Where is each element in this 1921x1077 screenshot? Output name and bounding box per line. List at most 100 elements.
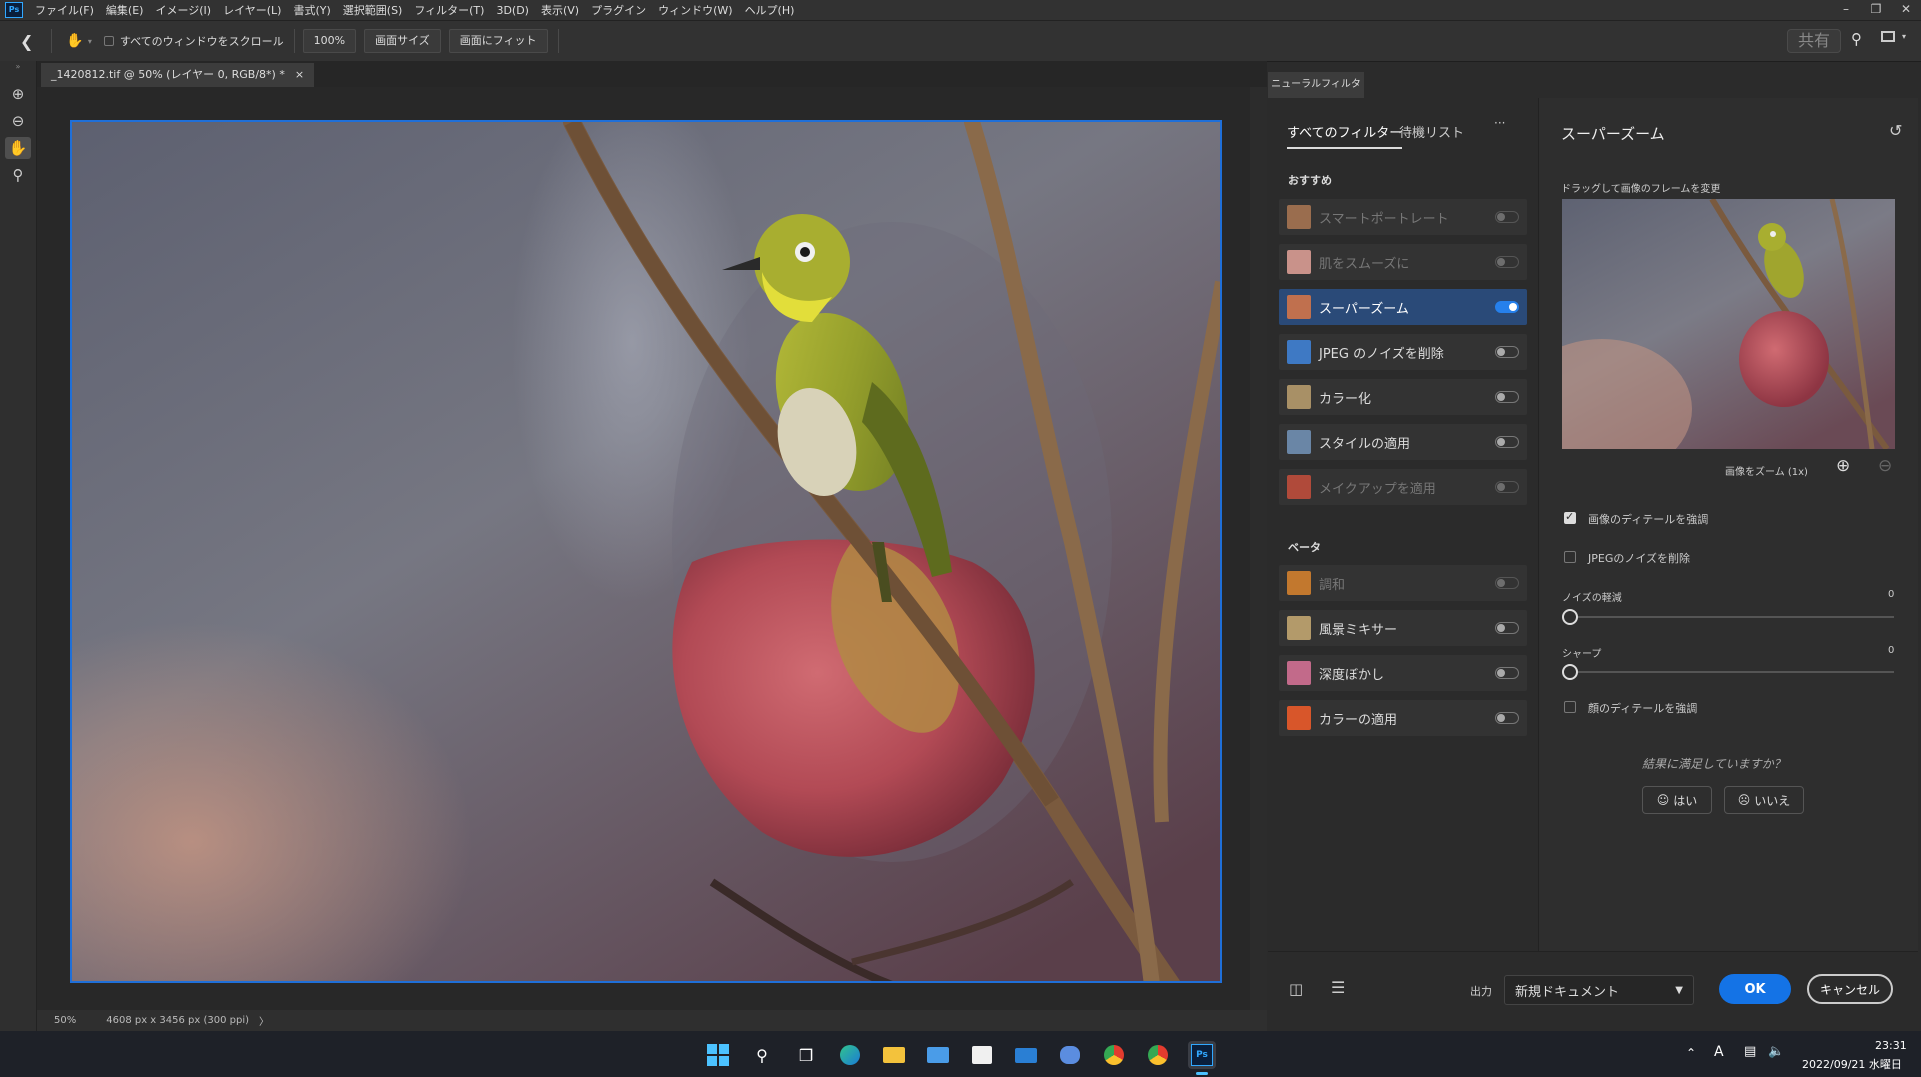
sharpen-slider[interactable] [1562,664,1578,680]
mail-icon[interactable] [1012,1041,1040,1069]
photoshop-taskbar-icon[interactable]: Ps [1188,1041,1216,1069]
menu-3d[interactable]: 3D(D) [490,4,535,17]
info-arrow-icon[interactable]: 〉 [259,1013,269,1028]
feedback-no-button[interactable]: ☹ いいえ [1724,786,1804,814]
chrome-profile-icon[interactable] [1144,1041,1172,1069]
filter-smart-portrait[interactable]: スマートポートレート [1279,199,1527,235]
filter-landscape-mixer[interactable]: 風景ミキサー [1279,610,1527,646]
filter-toggle[interactable] [1495,436,1519,448]
filter-makeup-transfer[interactable]: メイクアップを適用 [1279,469,1527,505]
more-options-icon[interactable]: ··· [1494,116,1505,130]
filter-harmonization[interactable]: 調和 [1279,565,1527,601]
preview-thumbnail[interactable] [1562,199,1895,449]
zoom-100-button[interactable]: 100% [302,29,357,53]
menu-filter[interactable]: フィルター(T) [408,2,490,18]
filter-colorize[interactable]: カラー化 [1279,379,1527,415]
zoom-out-icon[interactable]: ⊖ [5,110,31,132]
tray-chevron-icon[interactable]: ⌃ [1686,1046,1696,1060]
noise-reduction-slider[interactable] [1562,609,1578,625]
close-tab-icon[interactable]: × [295,63,304,87]
filter-super-zoom[interactable]: スーパーズーム [1279,289,1527,325]
menu-view[interactable]: 表示(V) [535,2,585,18]
restore-icon[interactable]: ❐ [1861,0,1891,20]
document-image[interactable] [70,120,1222,983]
back-arrow-icon[interactable]: ❮ [20,32,33,51]
cancel-button[interactable]: キャンセル [1807,974,1893,1004]
output-select[interactable]: 新規ドキュメント ▼ [1504,975,1694,1005]
volume-icon[interactable]: 🔈 [1768,1044,1784,1059]
filter-toggle[interactable] [1495,622,1519,634]
tab-wait-list[interactable]: 待機リスト [1399,122,1464,141]
filter-skin-smoothing[interactable]: 肌をスムーズに [1279,244,1527,280]
sharpen-track[interactable] [1568,671,1894,673]
chat-icon[interactable] [1056,1041,1084,1069]
magnifier-icon[interactable]: ⚲ [5,164,31,186]
clock-time[interactable]: 23:31 [1875,1039,1907,1052]
reset-icon[interactable]: ↺ [1889,121,1902,140]
search-icon[interactable]: ⚲ [748,1041,776,1069]
filter-toggle[interactable] [1495,256,1519,268]
menu-help[interactable]: ヘルプ(H) [739,2,801,18]
vertical-scrollbar[interactable] [1250,87,1267,1010]
minimize-icon[interactable]: – [1831,0,1861,20]
face-detail-checkbox[interactable] [1564,701,1576,713]
filter-toggle[interactable] [1495,391,1519,403]
filter-toggle[interactable] [1495,577,1519,589]
hand-tool-icon[interactable]: ✋ [66,33,83,49]
task-view-icon[interactable]: ❒ [792,1041,820,1069]
share-button[interactable]: 共有 [1787,29,1842,53]
filter-style-transfer[interactable]: スタイルの適用 [1279,424,1527,460]
photoshop-logo-icon[interactable]: Ps [5,2,23,18]
windows-start-icon[interactable] [704,1041,732,1069]
menu-type[interactable]: 書式(Y) [287,2,336,18]
menu-layer[interactable]: レイヤー(L) [217,2,287,18]
file-explorer-icon[interactable] [880,1041,908,1069]
collapse-icon[interactable]: » [0,62,36,71]
feedback-yes-button[interactable]: ☺ はい [1642,786,1712,814]
zoom-in-icon[interactable]: ⊕ [5,83,31,105]
chevron-down-icon[interactable]: ▾ [88,37,92,46]
document-info[interactable]: 4608 px x 3456 px (300 ppi) [106,1015,249,1026]
remove-jpeg-checkbox[interactable] [1564,551,1576,563]
document-tab[interactable]: _1420812.tif @ 50% (レイヤー 0, RGB/8*) * × [41,63,315,87]
close-window-icon[interactable]: ✕ [1891,0,1921,20]
screen-size-button[interactable]: 画面サイズ [364,29,441,53]
zoom-level[interactable]: 50% [54,1015,76,1026]
filter-toggle[interactable] [1495,667,1519,679]
zoom-in-icon[interactable]: ⊕ [1836,456,1850,476]
menu-plugins[interactable]: プラグイン [585,2,652,18]
compare-view-icon[interactable]: ◫ [1289,980,1303,998]
zoom-out-icon[interactable]: ⊖ [1878,456,1892,476]
chevron-down-icon[interactable]: ▾ [1902,32,1906,41]
filter-toggle[interactable] [1495,712,1519,724]
menu-window[interactable]: ウィンドウ(W) [652,2,738,18]
hand-tool-icon[interactable]: ✋ [5,137,31,159]
menu-file[interactable]: ファイル(F) [29,2,100,18]
network-icon[interactable]: ▤ [1744,1044,1756,1059]
noise-reduction-track[interactable] [1568,616,1894,618]
layers-preview-icon[interactable]: ☰ [1331,978,1345,997]
folder-icon[interactable] [924,1041,952,1069]
menu-select[interactable]: 選択範囲(S) [337,2,409,18]
filter-toggle[interactable] [1495,301,1519,313]
edge-icon[interactable] [836,1041,864,1069]
neural-filters-tab[interactable]: ニューラルフィルター [1268,72,1364,116]
ime-indicator[interactable]: A [1714,1044,1724,1060]
clock-date[interactable]: 2022/09/21 水曜日 [1802,1056,1902,1072]
menu-edit[interactable]: 編集(E) [100,2,150,18]
store-icon[interactable] [968,1041,996,1069]
menu-image[interactable]: イメージ(I) [149,2,217,18]
filter-toggle[interactable] [1495,211,1519,223]
chrome-icon[interactable] [1100,1041,1128,1069]
filter-toggle[interactable] [1495,346,1519,358]
scroll-all-checkbox[interactable] [103,36,114,46]
filter-toggle[interactable] [1495,481,1519,493]
workspace-icon[interactable] [1881,31,1895,42]
tab-all-filters[interactable]: すべてのフィルター [1287,122,1403,149]
filter-jpeg-artifacts[interactable]: JPEG のノイズを削除 [1279,334,1527,370]
search-icon[interactable]: ⚲ [1851,30,1862,48]
fit-screen-button[interactable]: 画面にフィット [448,29,548,53]
filter-color-transfer[interactable]: カラーの適用 [1279,700,1527,736]
filter-depth-blur[interactable]: 深度ぼかし [1279,655,1527,691]
ok-button[interactable]: OK [1719,974,1791,1004]
